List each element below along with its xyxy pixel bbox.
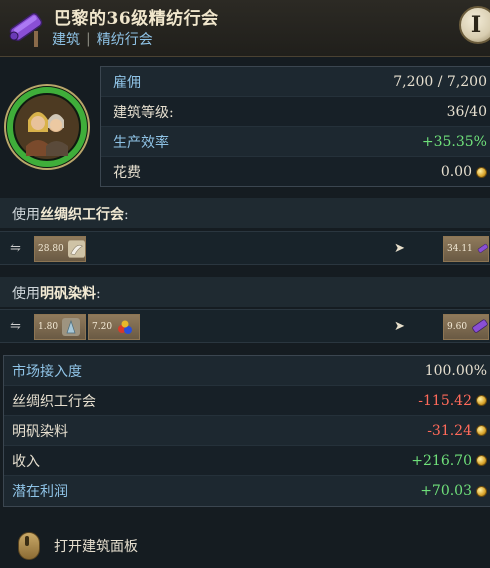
section-suffix: : [124, 207, 129, 223]
section-name: 丝绸织工行会 [40, 207, 124, 223]
input-arrows-icon: ⇋ [10, 241, 21, 256]
production-method-alum[interactable]: ⇋ 1.80 7.20 ➤ 9.60 [0, 309, 490, 343]
section-silk-title: 使用丝绸织工行会: [0, 198, 490, 228]
section-name: 明矾染料 [40, 286, 96, 302]
finance-value: 100.00% [424, 362, 487, 379]
input-good-silk[interactable]: 28.80 [34, 236, 86, 262]
breadcrumb-marker [34, 31, 38, 47]
gold-coin-icon [476, 485, 487, 497]
input-good-dyes[interactable]: 7.20 [88, 314, 140, 340]
finance-value-wrap: +216.70 [411, 453, 487, 469]
output-good-cloth[interactable]: 9.60 [443, 314, 489, 340]
section-alum-title: 使用明矾染料: [0, 277, 490, 307]
input-amount: 7.20 [92, 322, 113, 332]
building-stats: 雇佣 7,200 / 7,200 建筑等级: 36/40 生产效率 +35.35… [100, 66, 490, 187]
stat-value: 0.00 [440, 164, 472, 180]
stat-value: 7,200 / 7,200 [393, 73, 487, 90]
alum-icon [62, 318, 81, 336]
finance-value-wrap: -31.24 [427, 423, 487, 439]
breadcrumb-building[interactable]: 建筑 [52, 29, 80, 49]
finance-value: -31.24 [427, 422, 472, 439]
breadcrumb-guild-type[interactable]: 精纺行会 [97, 29, 153, 49]
chevron-right-icon: ➤ [394, 241, 405, 256]
finance-label: 市场接入度 [12, 363, 82, 380]
guild-portrait [4, 84, 90, 170]
finance-table: 市场接入度 100.00% 丝绸织工行会 -115.42 明矾染料 -31.24… [3, 355, 490, 507]
stat-value-wrap: 0.00 [441, 164, 487, 180]
gold-coin-icon [476, 425, 487, 436]
finance-value: +216.70 [411, 452, 472, 469]
stat-label: 建筑等级: [113, 104, 174, 121]
footer-label: 打开建筑面板 [54, 539, 138, 555]
mouse-left-click-icon [18, 532, 40, 560]
dyes-icon [118, 320, 133, 334]
finance-row-income: 收入 +216.70 [4, 446, 490, 476]
finance-row-profit: 潜在利润 +70.03 [4, 476, 490, 506]
building-title: 巴黎的36级精纺行会 [54, 9, 219, 29]
open-building-panel[interactable]: 打开建筑面板 [18, 532, 138, 560]
output-amount: 34.11 [447, 244, 473, 254]
stat-value: +35.35% [421, 133, 487, 150]
output-good-cloth[interactable]: 34.11 [443, 236, 489, 262]
stat-label: 雇佣 [113, 74, 141, 91]
stat-label: 生产效率 [113, 134, 169, 151]
input-good-alum[interactable]: 1.80 [34, 314, 86, 340]
finance-value: -115.42 [418, 392, 472, 409]
finance-value: +70.03 [420, 483, 472, 499]
gold-coin-icon [476, 455, 487, 466]
breadcrumb-separator: | [86, 31, 91, 47]
gold-coin-icon [476, 395, 487, 406]
stat-label: 花费 [113, 165, 141, 181]
stat-employment: 雇佣 7,200 / 7,200 [101, 67, 490, 97]
input-amount: 1.80 [38, 322, 59, 332]
output-amount: 9.60 [447, 322, 468, 332]
purple-cloth-icon [472, 319, 488, 333]
silk-icon [67, 240, 85, 258]
section-prefix: 使用 [12, 207, 40, 223]
panel-header: 巴黎的36级精纺行会 建筑 | 精纺行会 I [0, 0, 490, 57]
finance-row-silk-guild: 丝绸织工行会 -115.42 [4, 386, 490, 416]
finance-label: 丝绸织工行会 [12, 393, 96, 410]
finance-label: 明矾染料 [12, 423, 68, 440]
section-suffix: : [96, 286, 101, 302]
gold-coin-icon [476, 166, 487, 178]
finance-row-market-access: 市场接入度 100.00% [4, 356, 490, 386]
finance-label: 收入 [12, 453, 40, 470]
input-amount: 28.80 [38, 244, 64, 254]
finance-row-alum: 明矾染料 -31.24 [4, 416, 490, 446]
breadcrumb: 建筑 | 精纺行会 [34, 29, 153, 49]
finance-label: 潜在利润 [12, 484, 68, 500]
stat-cost: 花费 0.00 [101, 157, 490, 187]
purple-cloth-icon [477, 243, 488, 253]
input-arrows-icon: ⇋ [10, 319, 21, 334]
production-method-silk[interactable]: ⇋ 28.80 ➤ 34.11 [0, 231, 490, 265]
stat-building-level: 建筑等级: 36/40 [101, 97, 490, 127]
stat-value: 36/40 [446, 103, 487, 120]
chevron-right-icon: ➤ [394, 319, 405, 334]
info-button[interactable]: I [459, 6, 490, 44]
finance-value-wrap: -115.42 [418, 393, 487, 409]
stat-efficiency: 生产效率 +35.35% [101, 127, 490, 157]
finance-value-wrap: +70.03 [420, 483, 487, 499]
section-prefix: 使用 [12, 286, 40, 302]
